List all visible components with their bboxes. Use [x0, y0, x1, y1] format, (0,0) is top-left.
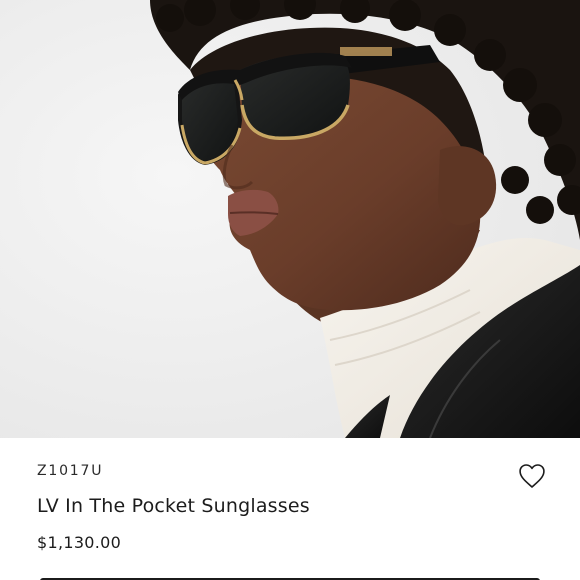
wishlist-button[interactable] [518, 463, 546, 489]
product-page: Z1017U LV In The Pocket Sunglasses $1,13… [0, 0, 580, 580]
product-sku: Z1017U [37, 463, 104, 479]
product-title[interactable]: LV In The Pocket Sunglasses [37, 495, 310, 517]
heart-outline-icon [519, 464, 545, 488]
product-photo [0, 0, 580, 438]
product-image[interactable] [0, 0, 580, 438]
product-info: Z1017U LV In The Pocket Sunglasses $1,13… [0, 438, 580, 580]
product-price: $1,130.00 [37, 533, 122, 552]
